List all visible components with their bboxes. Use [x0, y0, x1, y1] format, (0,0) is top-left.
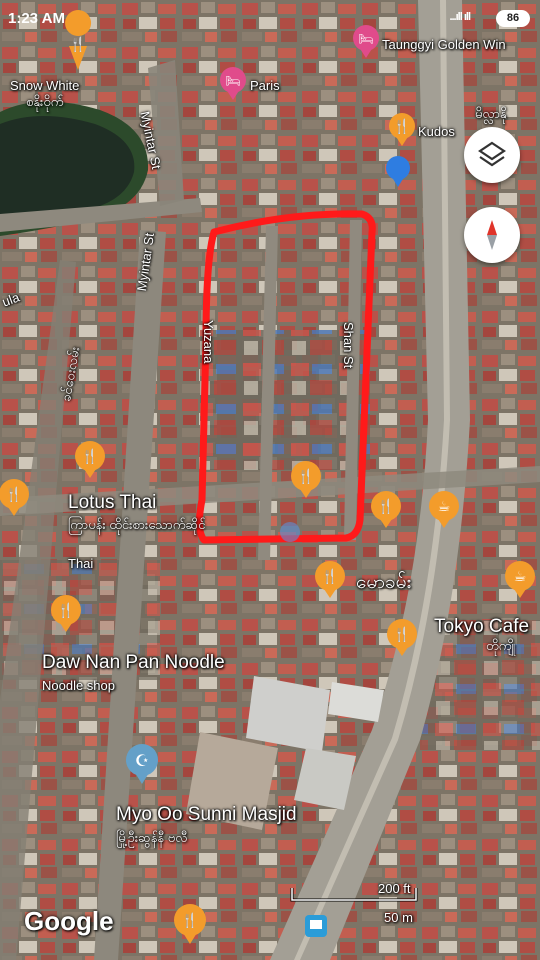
street-label-shan: Shan St	[341, 322, 356, 369]
place-label-myo-oo-my: မြို့ဦးဆွန်နီ ဗလီ	[116, 830, 188, 845]
place-label-kudos-my: မိလ္လာနို	[475, 106, 507, 121]
layers-icon	[478, 141, 506, 167]
google-logo: Google	[24, 906, 114, 936]
compass-button[interactable]	[464, 207, 520, 263]
place-label-tokyo-cafe-my: တိုကျို	[486, 638, 516, 653]
place-label-lotus-thai-sub: Thai	[68, 556, 94, 571]
place-label-tokyo-cafe[interactable]: Tokyo Cafe	[434, 616, 529, 638]
status-bar: 1:23 AM ...ıll ıll 86	[0, 0, 540, 34]
compass-icon	[487, 220, 497, 250]
location-dot	[280, 522, 300, 542]
battery-icon: 86	[496, 10, 530, 27]
place-label-taunggyi-golden-win[interactable]: Taunggyi Golden Win	[382, 37, 506, 52]
place-label-paris[interactable]: Paris	[250, 78, 280, 93]
place-label-lotus-thai-my: ကြာပန်း ထိုင်းစားသောက်ဆိုင်	[68, 517, 206, 532]
scale-feet: 200 ft	[378, 881, 411, 896]
place-label-lotus-thai[interactable]: Lotus Thai	[68, 492, 156, 514]
place-label-daw-nan-pan-sub: Noodle shop	[42, 678, 115, 693]
place-label-kudos[interactable]: Kudos	[418, 124, 455, 139]
place-label-mao[interactable]: မောခမ်း	[356, 570, 411, 598]
place-label-myo-oo[interactable]: Myo Oo Sunni Masjid	[116, 804, 297, 826]
signal-icon: ...ıll ıll	[449, 11, 471, 23]
street-label-3: Yuzana	[201, 320, 216, 364]
place-label-snow-white[interactable]: Snow White	[10, 78, 79, 93]
status-time: 1:23 AM	[8, 10, 65, 27]
layers-button[interactable]	[464, 127, 520, 183]
place-label-daw-nan-pan[interactable]: Daw Nan Pan Noodle	[42, 652, 225, 674]
scale-meters: 50 m	[384, 910, 413, 925]
place-label-snow-white-my: စနိုးဝိုက်	[26, 94, 64, 109]
